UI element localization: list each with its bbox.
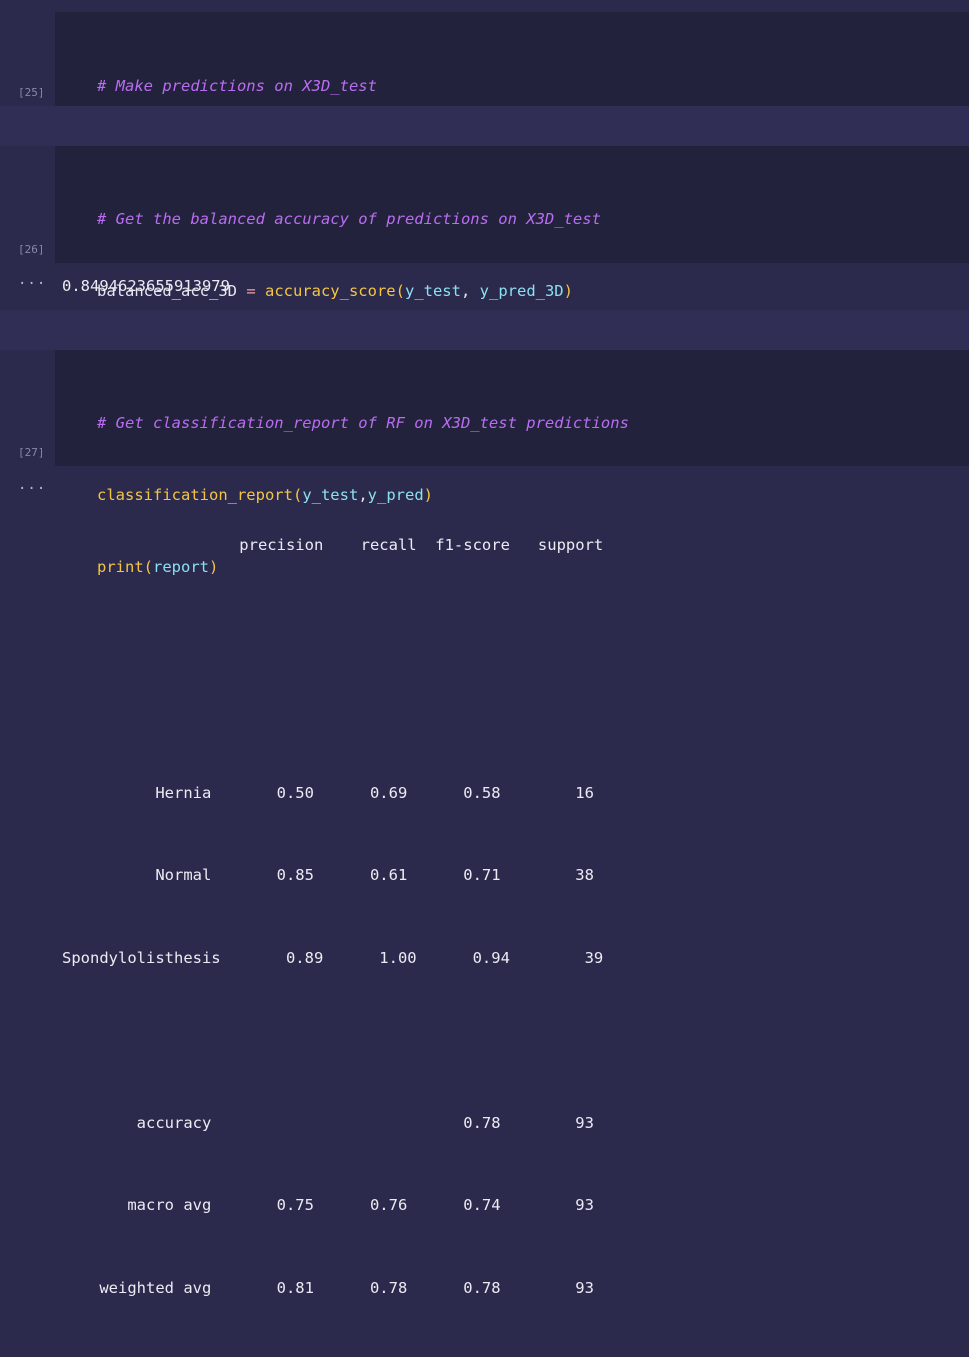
- report-line: Normal 0.85 0.61 0.71 38: [62, 866, 594, 884]
- code-token: =: [236, 282, 265, 300]
- code-cell-26[interactable]: # Get the balanced accuracy of predictio…: [55, 146, 969, 372]
- code-token: y_test: [404, 282, 461, 300]
- code-line: # Get the balanced accuracy of predictio…: [97, 207, 601, 231]
- code-cell-25[interactable]: # Make predictions on X3D_test y_pred_3D…: [55, 12, 969, 167]
- execution-count: [27]: [18, 446, 45, 459]
- cell-gap: [0, 106, 969, 146]
- cell-output: 0.8494623655913979: [62, 277, 230, 295]
- report-line: precision recall f1-score support: [62, 536, 604, 554]
- output-collapse-marker[interactable]: ···: [18, 481, 46, 497]
- report-line: Hernia 0.50 0.69 0.58 16: [62, 783, 594, 802]
- code-token: # Get the balanced accuracy of predictio…: [97, 210, 601, 228]
- notebook: # Make predictions on X3D_test y_pred_3D…: [0, 0, 969, 1297]
- code-token: accuracy_score: [264, 282, 396, 300]
- code-line: # Make predictions on X3D_test: [97, 74, 433, 98]
- output-collapse-marker[interactable]: ···: [18, 276, 46, 292]
- code-token: # Make predictions on X3D_test: [97, 77, 377, 95]
- code-line: # Get classification_report of RF on X3D…: [97, 411, 629, 435]
- report-line: macro avg 0.75 0.76 0.74 93: [62, 1196, 594, 1214]
- code-token: y_pred_3D: [479, 282, 564, 300]
- report-line: weighted avg 0.81 0.78 0.78 93: [62, 1278, 594, 1297]
- execution-count: [26]: [18, 243, 45, 256]
- report-line: accuracy 0.78 93: [62, 1113, 594, 1132]
- classification-report-output: precision recall f1-score support ​ ​ He…: [62, 477, 603, 1357]
- report-line: ​: [62, 615, 603, 643]
- report-line: ​: [62, 697, 603, 725]
- code-token: # Get classification_report of RF on X3D…: [97, 414, 629, 432]
- code-token: ): [563, 282, 573, 300]
- report-line: Spondylolisthesis 0.89 1.00 0.94 39: [62, 948, 604, 967]
- cell-gap: [0, 310, 969, 350]
- code-token: ,: [460, 282, 480, 300]
- code-token: (: [395, 282, 405, 300]
- code-cell-27[interactable]: # Get classification_report of RF on X3D…: [55, 350, 969, 576]
- execution-count: [25]: [18, 86, 45, 99]
- report-line: ​: [62, 1027, 603, 1055]
